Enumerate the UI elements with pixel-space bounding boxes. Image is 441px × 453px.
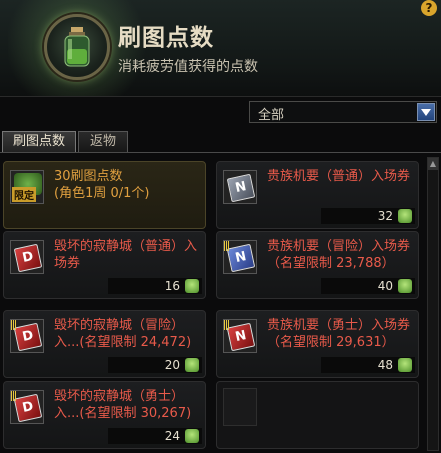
dropdown-arrow-icon[interactable] (417, 103, 435, 121)
item-name: 贵族机要（勇士）入场券（名望限制 29,631） (267, 318, 411, 350)
scroll-up-icon[interactable]: ▲ (428, 158, 438, 170)
scrollbar[interactable]: ▲ (427, 157, 439, 451)
item-slot: N (223, 170, 257, 204)
tier-stripe (224, 320, 229, 330)
item-slot: N (223, 240, 257, 274)
item-name: 毁坏的寂静城（勇士）入...(名望限制 30,267) (54, 389, 192, 421)
list-item[interactable]: D 毁坏的寂静城（勇士）入...(名望限制 30,267) 24 (3, 381, 206, 449)
item-quantity: 48 (377, 358, 393, 372)
tier-stripe (11, 320, 16, 330)
page-title: 刷图点数 (118, 25, 214, 51)
ticket-icon: N (226, 243, 256, 273)
item-name: 贵族机要（冒险）入场券（名望限制 23,788） (267, 239, 411, 271)
quantity-bar: 16 (108, 278, 202, 294)
ticket-icon: N (226, 322, 256, 352)
item-slot: 限定 (10, 170, 44, 204)
header-banner: 刷图点数 消耗疲劳值获得的点数 ? (0, 0, 441, 97)
quantity-bar: 24 (108, 428, 202, 444)
coin-icon (398, 358, 412, 372)
empty-slot (223, 388, 257, 426)
item-quantity: 40 (377, 279, 393, 293)
list-item[interactable]: N 贵族机要（勇士）入场券（名望限制 29,631） 48 (216, 310, 419, 378)
quantity-bar: 48 (321, 357, 415, 373)
item-slot: D (10, 319, 44, 353)
coin-icon (185, 279, 199, 293)
coin-icon (398, 279, 412, 293)
coin-icon (185, 358, 199, 372)
list-item[interactable]: N 贵族机要（普通）入场券 32 (216, 161, 419, 229)
limited-badge: 限定 (12, 187, 36, 202)
item-name: 贵族机要（普通）入场券 (267, 169, 411, 184)
ticket-icon: D (13, 322, 43, 352)
page-subtitle: 消耗疲劳值获得的点数 (118, 59, 258, 75)
ticket-icon: D (13, 393, 43, 423)
list-item[interactable]: N 贵族机要（冒险）入场券（名望限制 23,788） 40 (216, 231, 419, 299)
help-icon[interactable]: ? (421, 0, 437, 16)
item-quantity: 20 (164, 358, 180, 372)
list-item[interactable]: D 毁坏的寂静城（冒险）入...(名望限制 24,472) 20 (3, 310, 206, 378)
item-list: 限定 30刷图点数 (角色1周 0/1个) N 贵族机要（普通）入场券 32 D… (0, 153, 441, 453)
coin-icon (398, 209, 412, 223)
empty-list-item (216, 381, 419, 449)
item-quantity: 16 (164, 279, 180, 293)
item-quantity: 24 (164, 429, 180, 443)
quantity-bar: 40 (321, 278, 415, 294)
quantity-bar: 32 (321, 208, 415, 224)
item-slot: N (223, 319, 257, 353)
item-name: 毁坏的寂静城（普通）入场券 (54, 239, 198, 271)
list-item[interactable]: D 毁坏的寂静城（普通）入场券 16 (3, 231, 206, 299)
item-quantity: 32 (377, 209, 393, 223)
tier-stripe (224, 241, 229, 251)
item-name: 30刷图点数 (角色1周 0/1个) (54, 169, 150, 201)
item-name: 毁坏的寂静城（冒险）入...(名望限制 24,472) (54, 318, 192, 350)
quantity-bar: 20 (108, 357, 202, 373)
item-slot: D (10, 240, 44, 274)
item-slot: D (10, 390, 44, 424)
filter-value: 全部 (258, 108, 285, 123)
filter-dropdown[interactable]: 全部 (249, 101, 437, 123)
list-item[interactable]: 限定 30刷图点数 (角色1周 0/1个) (3, 161, 206, 229)
ticket-icon: N (226, 173, 256, 203)
tab-dungeon-points[interactable]: 刷图点数 (2, 131, 76, 152)
tier-stripe (11, 391, 16, 401)
coin-icon (185, 429, 199, 443)
ticket-icon: D (13, 243, 43, 273)
tab-rewards[interactable]: 返物 (78, 131, 128, 152)
potion-icon (44, 14, 110, 80)
